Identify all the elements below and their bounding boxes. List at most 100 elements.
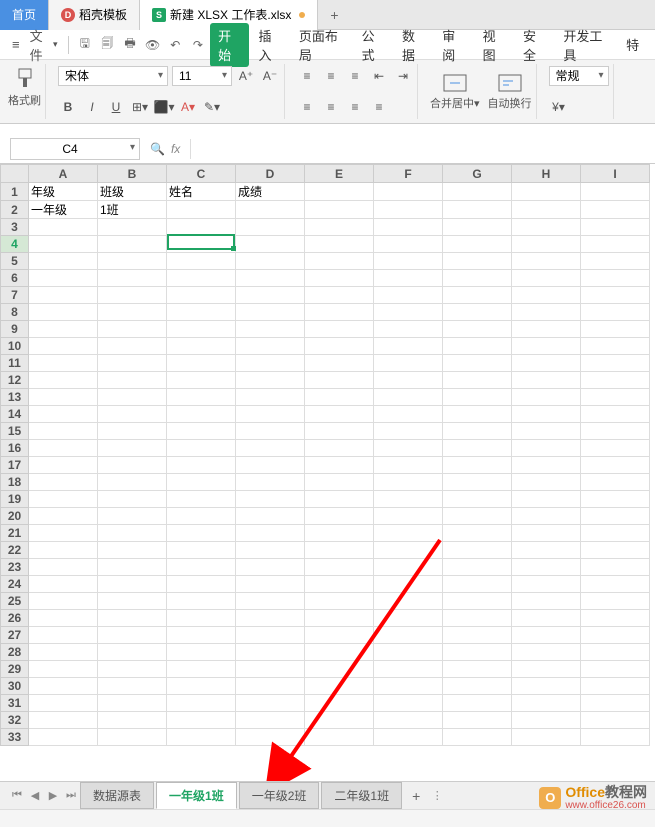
- cell-C19[interactable]: [167, 491, 236, 508]
- cell-C30[interactable]: [167, 678, 236, 695]
- cell-B2[interactable]: 1班: [98, 201, 167, 219]
- cell-F1[interactable]: [374, 183, 443, 201]
- cell-B32[interactable]: [98, 712, 167, 729]
- cell-F10[interactable]: [374, 338, 443, 355]
- cell-B14[interactable]: [98, 406, 167, 423]
- cell-F9[interactable]: [374, 321, 443, 338]
- cell-C20[interactable]: [167, 508, 236, 525]
- cell-H12[interactable]: [512, 372, 581, 389]
- cell-E9[interactable]: [305, 321, 374, 338]
- cell-A30[interactable]: [29, 678, 98, 695]
- col-head-I[interactable]: I: [581, 165, 650, 183]
- cell-E32[interactable]: [305, 712, 374, 729]
- cell-D12[interactable]: [236, 372, 305, 389]
- cell-G32[interactable]: [443, 712, 512, 729]
- cell-C16[interactable]: [167, 440, 236, 457]
- cell-G7[interactable]: [443, 287, 512, 304]
- cell-I23[interactable]: [581, 559, 650, 576]
- row-head-32[interactable]: 32: [1, 712, 29, 729]
- cell-C6[interactable]: [167, 270, 236, 287]
- cell-I15[interactable]: [581, 423, 650, 440]
- cell-G27[interactable]: [443, 627, 512, 644]
- cell-D14[interactable]: [236, 406, 305, 423]
- cell-C27[interactable]: [167, 627, 236, 644]
- col-head-H[interactable]: H: [512, 165, 581, 183]
- cell-D10[interactable]: [236, 338, 305, 355]
- auto-wrap-button[interactable]: 自动换行: [488, 73, 532, 111]
- row-head-6[interactable]: 6: [1, 270, 29, 287]
- sheet-nav-first[interactable]: ⏮: [8, 789, 26, 802]
- row-head-3[interactable]: 3: [1, 219, 29, 236]
- cell-H11[interactable]: [512, 355, 581, 372]
- cell-I14[interactable]: [581, 406, 650, 423]
- cell-H17[interactable]: [512, 457, 581, 474]
- fx-label[interactable]: fx: [171, 142, 180, 156]
- cell-A29[interactable]: [29, 661, 98, 678]
- cell-C31[interactable]: [167, 695, 236, 712]
- cell-C10[interactable]: [167, 338, 236, 355]
- cell-I18[interactable]: [581, 474, 650, 491]
- cell-G23[interactable]: [443, 559, 512, 576]
- cell-I12[interactable]: [581, 372, 650, 389]
- cell-C21[interactable]: [167, 525, 236, 542]
- cell-G2[interactable]: [443, 201, 512, 219]
- cell-B11[interactable]: [98, 355, 167, 372]
- name-box[interactable]: C4: [10, 138, 140, 160]
- cell-C8[interactable]: [167, 304, 236, 321]
- cell-F21[interactable]: [374, 525, 443, 542]
- cell-B4[interactable]: [98, 236, 167, 253]
- cell-G13[interactable]: [443, 389, 512, 406]
- fill-color-button[interactable]: ⬛▾: [154, 97, 174, 117]
- cell-A22[interactable]: [29, 542, 98, 559]
- cell-H28[interactable]: [512, 644, 581, 661]
- cell-F22[interactable]: [374, 542, 443, 559]
- file-menu[interactable]: 文件 ▾: [26, 24, 62, 66]
- align-top-button[interactable]: ≡: [297, 66, 317, 86]
- cell-A19[interactable]: [29, 491, 98, 508]
- cell-F12[interactable]: [374, 372, 443, 389]
- align-right-button[interactable]: ≡: [345, 97, 365, 117]
- cell-C22[interactable]: [167, 542, 236, 559]
- cell-G17[interactable]: [443, 457, 512, 474]
- merge-center-button[interactable]: 合并居中▾: [430, 73, 480, 111]
- cell-B1[interactable]: 班级: [98, 183, 167, 201]
- cell-H20[interactable]: [512, 508, 581, 525]
- sheet-tab-1[interactable]: 一年级1班: [156, 782, 237, 809]
- cell-D28[interactable]: [236, 644, 305, 661]
- cell-H27[interactable]: [512, 627, 581, 644]
- row-head-12[interactable]: 12: [1, 372, 29, 389]
- cell-D7[interactable]: [236, 287, 305, 304]
- row-head-19[interactable]: 19: [1, 491, 29, 508]
- cell-E7[interactable]: [305, 287, 374, 304]
- sheet-tab-3[interactable]: 二年级1班: [321, 782, 402, 809]
- row-head-1[interactable]: 1: [1, 183, 29, 201]
- cell-I8[interactable]: [581, 304, 650, 321]
- cell-E22[interactable]: [305, 542, 374, 559]
- cell-D26[interactable]: [236, 610, 305, 627]
- cell-H13[interactable]: [512, 389, 581, 406]
- cell-C2[interactable]: [167, 201, 236, 219]
- row-head-16[interactable]: 16: [1, 440, 29, 457]
- number-format-select[interactable]: 常规: [549, 66, 609, 86]
- print-icon[interactable]: 🖶: [120, 33, 141, 57]
- bold-button[interactable]: B: [58, 97, 78, 117]
- cell-B5[interactable]: [98, 253, 167, 270]
- ribbon-tab-formula[interactable]: 公式: [354, 22, 392, 68]
- row-head-21[interactable]: 21: [1, 525, 29, 542]
- cell-E20[interactable]: [305, 508, 374, 525]
- cell-B33[interactable]: [98, 729, 167, 746]
- cell-B16[interactable]: [98, 440, 167, 457]
- cell-A8[interactable]: [29, 304, 98, 321]
- cell-C28[interactable]: [167, 644, 236, 661]
- redo-icon[interactable]: ↷: [188, 33, 209, 57]
- align-middle-button[interactable]: ≡: [321, 66, 341, 86]
- cell-I2[interactable]: [581, 201, 650, 219]
- cell-F14[interactable]: [374, 406, 443, 423]
- row-head-14[interactable]: 14: [1, 406, 29, 423]
- justify-button[interactable]: ≡: [369, 97, 389, 117]
- cell-A16[interactable]: [29, 440, 98, 457]
- col-head-A[interactable]: A: [29, 165, 98, 183]
- cell-B12[interactable]: [98, 372, 167, 389]
- row-head-24[interactable]: 24: [1, 576, 29, 593]
- cell-I11[interactable]: [581, 355, 650, 372]
